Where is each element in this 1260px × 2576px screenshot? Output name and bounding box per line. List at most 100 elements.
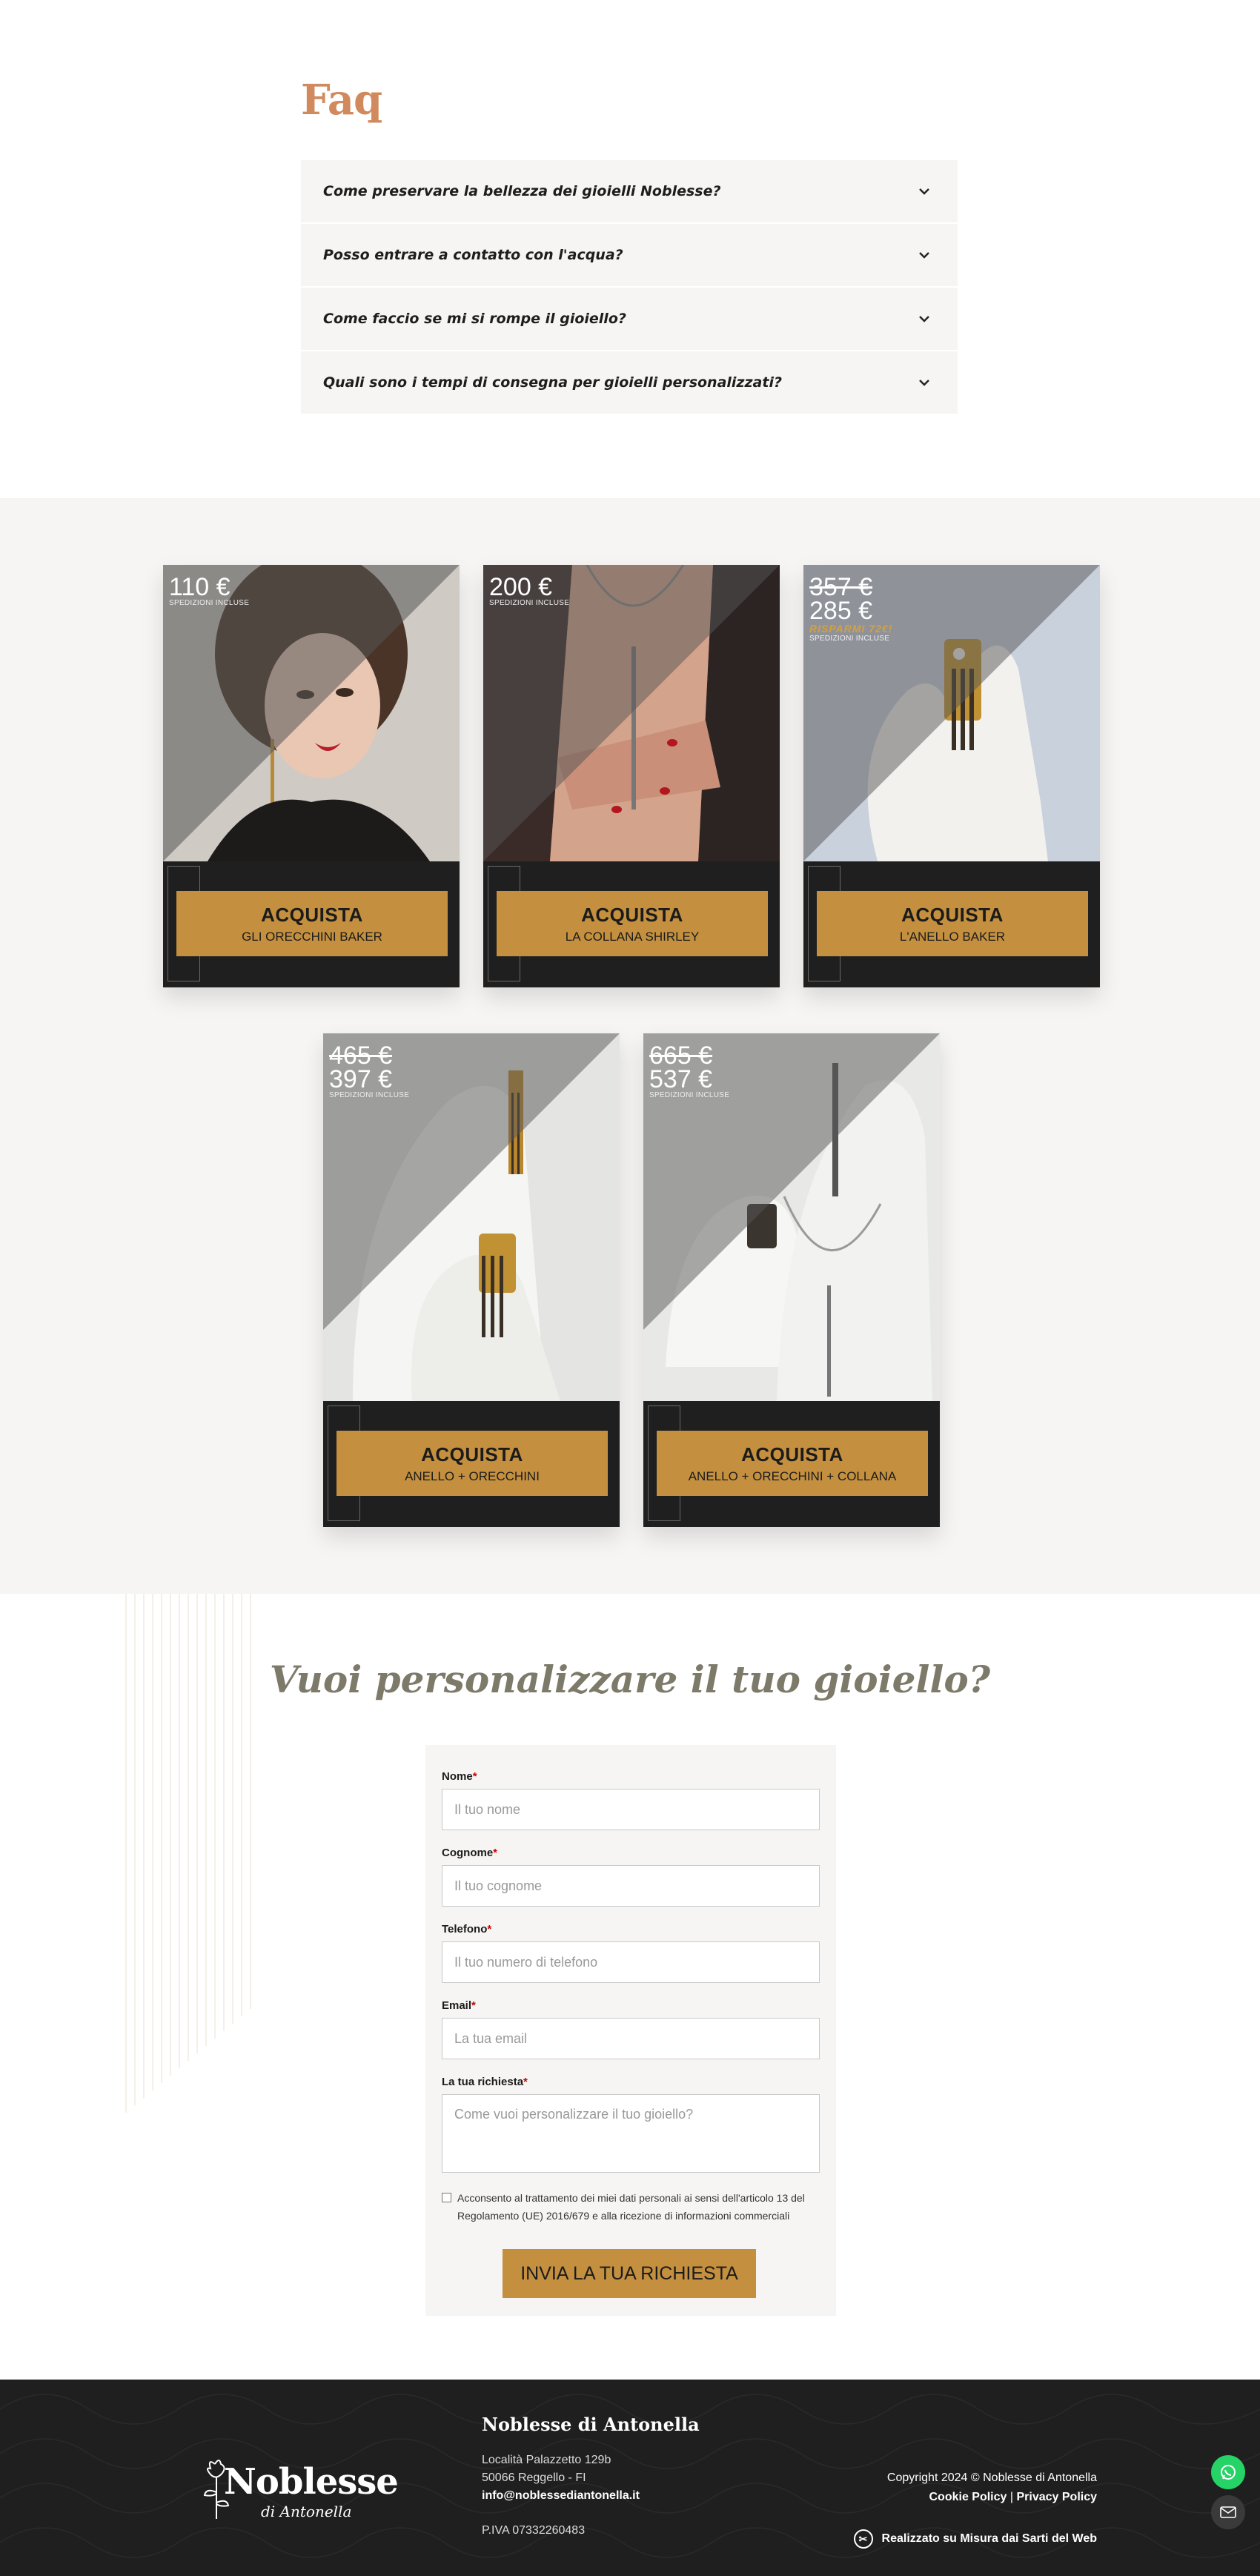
phone-input[interactable]: Il tuo numero di telefono — [442, 1941, 820, 1983]
email-link[interactable]: info@noblessediantonella.it — [482, 2487, 700, 2505]
scissors-icon: ✂ — [853, 2529, 873, 2549]
request-textarea[interactable]: Come vuoi personalizzare il tuo gioiello… — [442, 2094, 820, 2173]
privacy-policy-link[interactable]: Privacy Policy — [1016, 2491, 1097, 2503]
submit-button[interactable]: INVIA LA TUA RICHIESTA — [503, 2249, 756, 2298]
faq-question: Quali sono i tempi di consegna per gioie… — [323, 374, 782, 391]
product-image: 200 € SPEDIZIONI INCLUSE — [483, 565, 780, 861]
product-footer: ACQUISTA GLI ORECCHINI BAKER — [163, 861, 460, 987]
company-info: Noblesse di Antonella Località Palazzett… — [482, 2414, 700, 2537]
credit-text: Realizzato su Misura dai Sarti del Web — [881, 2532, 1097, 2545]
buy-label: ACQUISTA — [421, 1443, 523, 1466]
field-label: Cognome* — [442, 1847, 498, 1859]
price-block: 200 € SPEDIZIONI INCLUSE — [489, 575, 569, 608]
price-old: 357 € — [809, 573, 873, 601]
buy-button[interactable]: ACQUISTA ANELLO + ORECCHINI + COLLANA — [657, 1431, 928, 1496]
shipping-note: SPEDIZIONI INCLUSE — [809, 635, 890, 643]
buy-product-name: LA COLLANA SHIRLEY — [565, 929, 700, 944]
field-label: Email* — [442, 1999, 476, 2012]
chevron-down-icon — [916, 183, 932, 199]
shipping-note: SPEDIZIONI INCLUSE — [489, 599, 570, 607]
shipping-note: SPEDIZIONI INCLUSE — [649, 1091, 730, 1099]
product-card: 465 € 397 € SPEDIZIONI INCLUSE ACQUISTA … — [323, 1033, 620, 1527]
buy-product-name: ANELLO + ORECCHINI — [405, 1469, 540, 1483]
product-footer: ACQUISTA LA COLLANA SHIRLEY — [483, 861, 780, 987]
products-section: 110 € SPEDIZIONI INCLUSE ACQUISTA GLI OR… — [0, 498, 1260, 1594]
faq-question: Posso entrare a contatto con l'acqua? — [323, 247, 623, 263]
whatsapp-icon — [1221, 2465, 1236, 2480]
custom-request-form: Nome* Il tuo nome Cognome* Il tuo cognom… — [425, 1745, 836, 2316]
buy-label: ACQUISTA — [261, 903, 363, 926]
whatsapp-button[interactable] — [1211, 2455, 1245, 2489]
price-current: 200 € — [489, 573, 553, 601]
legal-block: Copyright 2024 © Noblesse di Antonella C… — [887, 2469, 1097, 2507]
product-card: 665 € 537 € SPEDIZIONI INCLUSE ACQUISTA … — [643, 1033, 940, 1527]
price-current: 110 € — [169, 573, 231, 601]
email-input[interactable]: La tua email — [442, 2018, 820, 2059]
price-block: 465 € 397 € SPEDIZIONI INCLUSE — [329, 1042, 410, 1100]
customization-title: Vuoi personalizzare il tuo gioiello? — [269, 1658, 991, 1701]
first-name-input[interactable]: Il tuo nome — [442, 1789, 820, 1830]
last-name-input[interactable]: Il tuo cognome — [442, 1865, 820, 1907]
buy-product-name: L'ANELLO BAKER — [899, 929, 1006, 944]
customization-section: Vuoi personalizzare il tuo gioiello? Nom… — [0, 1594, 1260, 2380]
buy-label: ACQUISTA — [581, 903, 683, 926]
logo-wordmark: Noblesse — [224, 2461, 399, 2503]
faq-item[interactable]: Come preservare la bellezza dei gioielli… — [301, 160, 958, 222]
faq-section: Faq Come preservare la bellezza dei gioi… — [0, 0, 1260, 498]
address-line: Località Palazzetto 129b — [482, 2454, 611, 2466]
buy-button[interactable]: ACQUISTA GLI ORECCHINI BAKER — [176, 891, 448, 956]
field-label: La tua richiesta* — [442, 2076, 528, 2088]
cookie-policy-link[interactable]: Cookie Policy — [929, 2491, 1007, 2503]
product-image: 465 € 397 € SPEDIZIONI INCLUSE — [323, 1033, 620, 1401]
chevron-down-icon — [916, 374, 932, 391]
company-name: Noblesse di Antonella — [482, 2414, 700, 2435]
buy-button[interactable]: ACQUISTA LA COLLANA SHIRLEY — [497, 891, 768, 956]
footer: Noblesse di Antonella Noblesse di Antone… — [0, 2380, 1260, 2576]
field-label: Telefono* — [442, 1923, 492, 1936]
price-block: 665 € 537 € SPEDIZIONI INCLUSE — [649, 1042, 730, 1100]
email-button[interactable] — [1211, 2495, 1245, 2529]
price-block: 110 € SPEDIZIONI INCLUSE — [169, 575, 249, 608]
consent-text: Acconsento al trattamento dei miei dati … — [457, 2192, 805, 2222]
product-image: 110 € SPEDIZIONI INCLUSE — [163, 565, 460, 861]
price-old: 665 € — [649, 1042, 713, 1070]
product-image: 357 € 285 € RISPARMI 72€! SPEDIZIONI INC… — [803, 565, 1100, 861]
faq-title: Faq — [301, 76, 382, 125]
product-footer: ACQUISTA ANELLO + ORECCHINI — [323, 1401, 620, 1527]
copyright-text: Copyright 2024 © Noblesse di Antonella — [886, 2471, 1097, 2484]
buy-label: ACQUISTA — [741, 1443, 843, 1466]
product-card: 200 € SPEDIZIONI INCLUSE ACQUISTA LA COL… — [483, 565, 780, 987]
product-footer: ACQUISTA ANELLO + ORECCHINI + COLLANA — [643, 1401, 940, 1527]
chevron-down-icon — [916, 247, 932, 263]
buy-button[interactable]: ACQUISTA L'ANELLO BAKER — [817, 891, 1088, 956]
consent-checkbox[interactable] — [442, 2193, 451, 2202]
product-card: 357 € 285 € RISPARMI 72€! SPEDIZIONI INC… — [803, 565, 1100, 987]
noblesse-logo[interactable]: Noblesse di Antonella — [194, 2451, 399, 2525]
logo-script: di Antonella — [261, 2503, 352, 2520]
faq-question: Come faccio se mi si rompe il gioiello? — [323, 311, 626, 327]
faq-item[interactable]: Posso entrare a contatto con l'acqua? — [301, 224, 958, 286]
price-current: 397 € — [329, 1065, 393, 1093]
faq-item[interactable]: Come faccio se mi si rompe il gioiello? — [301, 288, 958, 350]
credit-link[interactable]: ✂ Realizzato su Misura dai Sarti del Web — [853, 2529, 1097, 2549]
vat-number: P.IVA 07332260483 — [482, 2524, 586, 2537]
product-footer: ACQUISTA L'ANELLO BAKER — [803, 861, 1100, 987]
legal-separator: | — [1009, 2491, 1014, 2503]
buy-product-name: GLI ORECCHINI BAKER — [242, 929, 382, 944]
consent-row: Acconsento al trattamento dei miei dati … — [442, 2189, 820, 2225]
product-card: 110 € SPEDIZIONI INCLUSE ACQUISTA GLI OR… — [163, 565, 460, 987]
price-old: 465 € — [329, 1042, 393, 1070]
faq-question: Come preservare la bellezza dei gioielli… — [323, 183, 721, 199]
price-block: 357 € 285 € RISPARMI 72€! SPEDIZIONI INC… — [809, 575, 892, 643]
field-label: Nome* — [442, 1770, 477, 1783]
savings-badge: RISPARMI 72€! — [809, 623, 893, 635]
chevron-down-icon — [916, 311, 932, 327]
price-current: 285 € — [809, 597, 873, 625]
envelope-icon — [1220, 2506, 1236, 2518]
faq-item[interactable]: Quali sono i tempi di consegna per gioie… — [301, 351, 958, 414]
buy-button[interactable]: ACQUISTA ANELLO + ORECCHINI — [336, 1431, 608, 1496]
product-image: 665 € 537 € SPEDIZIONI INCLUSE — [643, 1033, 940, 1401]
faq-list: Come preservare la bellezza dei gioielli… — [301, 160, 958, 415]
shipping-note: SPEDIZIONI INCLUSE — [329, 1091, 410, 1099]
buy-product-name: ANELLO + ORECCHINI + COLLANA — [688, 1469, 897, 1483]
